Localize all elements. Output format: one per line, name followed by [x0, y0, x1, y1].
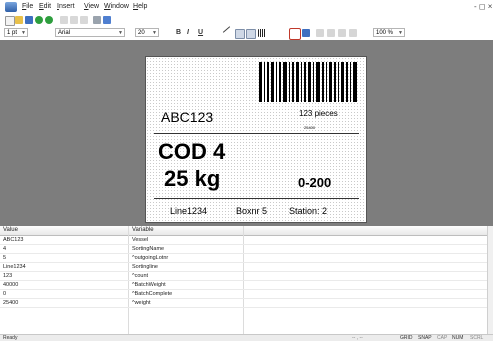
cell-variable[interactable]: ^BatchComplete: [132, 291, 172, 297]
menu-insert[interactable]: Insert: [57, 3, 75, 10]
menu-edit[interactable]: Edit: [39, 3, 51, 10]
format-toolbar: 1 pt ▼ Arial ▼ 20 ▼ B I U 100 % ▼: [0, 26, 493, 41]
column-header-value[interactable]: Value: [3, 227, 18, 233]
font-size-value: 20: [138, 30, 145, 36]
align-icon-4[interactable]: [349, 29, 357, 37]
image-tool-icon[interactable]: [246, 29, 256, 39]
table-row[interactable]: 40000 ^BatchWeight: [0, 281, 487, 290]
cell-value[interactable]: 25400: [3, 300, 18, 306]
label-pieces-text[interactable]: 123 pieces: [299, 109, 338, 118]
chevron-down-icon: ▼: [21, 30, 26, 36]
line-width-select[interactable]: 1 pt ▼: [4, 28, 28, 37]
new-file-icon[interactable]: [5, 16, 15, 26]
chevron-down-icon: ▼: [118, 30, 123, 36]
cut-icon[interactable]: [60, 16, 68, 24]
cell-variable[interactable]: Sortingline: [132, 264, 158, 270]
paste-icon[interactable]: [80, 16, 88, 24]
font-name-value: Arial: [58, 30, 71, 36]
cell-value[interactable]: 40000: [3, 282, 18, 288]
standard-toolbar: [0, 14, 493, 26]
status-scrl: SCRL: [470, 335, 484, 341]
status-cap: CAP: [437, 335, 448, 341]
chevron-down-icon: ▼: [152, 30, 157, 36]
cell-variable[interactable]: ^BatchWeight: [132, 282, 166, 288]
table-row[interactable]: 0 ^BatchComplete: [0, 290, 487, 299]
table-row[interactable]: 123 ^count: [0, 272, 487, 281]
green-circle-icon-2[interactable]: [45, 16, 53, 24]
menu-help[interactable]: Help: [133, 3, 147, 10]
label-canvas[interactable]: ABC123 123 pieces 25400 COD 4 25 kg 0-20…: [145, 56, 367, 223]
menu-bar: File Edit Insert View Window Help - ◻ ×: [0, 0, 493, 14]
label-code-text[interactable]: ABC123: [161, 109, 213, 125]
variable-grid: Value Variable ABC123 Vessel 4 SortingName 5…: [0, 226, 493, 334]
save-icon[interactable]: [25, 16, 33, 24]
cell-variable[interactable]: ^outgoingLotnr: [132, 255, 168, 261]
cell-variable[interactable]: ^count: [132, 273, 148, 279]
align-icon[interactable]: [316, 29, 324, 37]
label-divider-2[interactable]: [154, 198, 359, 199]
menu-file[interactable]: File: [22, 3, 33, 10]
line-tool-icon[interactable]: [222, 26, 231, 33]
line-width-value: 1 pt: [7, 30, 18, 36]
zoom-value: 100 %: [376, 30, 394, 36]
app-icon[interactable]: [5, 2, 17, 12]
status-coords: -- , --: [352, 335, 363, 341]
cell-variable[interactable]: SortingName: [132, 246, 164, 252]
green-circle-icon[interactable]: [35, 16, 43, 24]
column-header-variable[interactable]: Variable: [132, 227, 154, 233]
status-num: NUM: [452, 335, 464, 341]
label-boxnr-text[interactable]: Boxnr 5: [236, 206, 267, 216]
font-name-select[interactable]: Arial ▼: [55, 28, 125, 37]
menu-window[interactable]: Window: [104, 3, 129, 10]
window-controls[interactable]: - ◻ ×: [474, 2, 492, 11]
align-icon-2[interactable]: [327, 29, 335, 37]
label-weight-text[interactable]: 25 kg: [164, 166, 220, 192]
cell-value[interactable]: 123: [3, 273, 12, 279]
underline-button[interactable]: U: [198, 29, 203, 36]
vertical-scrollbar[interactable]: [487, 226, 493, 334]
status-ready: Ready: [3, 335, 18, 341]
cell-value[interactable]: 0: [3, 291, 6, 297]
magnet-icon[interactable]: [289, 28, 301, 40]
cell-variable[interactable]: Vessel: [132, 237, 148, 243]
table-row[interactable]: 25400 ^weight: [0, 299, 487, 308]
barcode-tool-icon[interactable]: [258, 29, 266, 37]
cell-value[interactable]: Line1234: [3, 264, 26, 270]
label-barcode-number[interactable]: 25400: [304, 125, 315, 130]
status-grid: GRID: [400, 335, 413, 341]
table-row[interactable]: Line1234 Sortingline: [0, 263, 487, 272]
label-station-text[interactable]: Station: 2: [289, 206, 327, 216]
print-icon[interactable]: [93, 16, 101, 24]
copy-icon[interactable]: [70, 16, 78, 24]
bold-button[interactable]: B: [176, 29, 181, 36]
label-cod-text[interactable]: COD 4: [158, 139, 225, 165]
cell-variable[interactable]: ^weight: [132, 300, 150, 306]
rectangle-tool-icon[interactable]: [235, 29, 245, 39]
table-row[interactable]: ABC123 Vessel: [0, 236, 487, 245]
zoom-select[interactable]: 100 % ▼: [373, 28, 405, 37]
cell-value[interactable]: 5: [3, 255, 6, 261]
label-range-text[interactable]: 0-200: [298, 175, 331, 190]
font-size-select[interactable]: 20 ▼: [135, 28, 159, 37]
preview-icon[interactable]: [103, 16, 111, 24]
label-line-text[interactable]: Line1234: [170, 206, 207, 216]
barcode-graphic[interactable]: [259, 62, 359, 102]
grid-header: Value Variable: [0, 226, 493, 236]
table-row[interactable]: 4 SortingName: [0, 245, 487, 254]
chevron-down-icon: ▼: [398, 30, 403, 36]
grid-icon[interactable]: [302, 29, 310, 37]
cell-value[interactable]: ABC123: [3, 237, 24, 243]
table-row[interactable]: 5 ^outgoingLotnr: [0, 254, 487, 263]
cell-value[interactable]: 4: [3, 246, 6, 252]
status-snap: SNAP: [418, 335, 432, 341]
open-folder-icon[interactable]: [15, 16, 23, 24]
label-divider[interactable]: [154, 133, 359, 134]
italic-button[interactable]: I: [187, 29, 189, 36]
align-icon-3[interactable]: [338, 29, 346, 37]
menu-view[interactable]: View: [84, 3, 99, 10]
